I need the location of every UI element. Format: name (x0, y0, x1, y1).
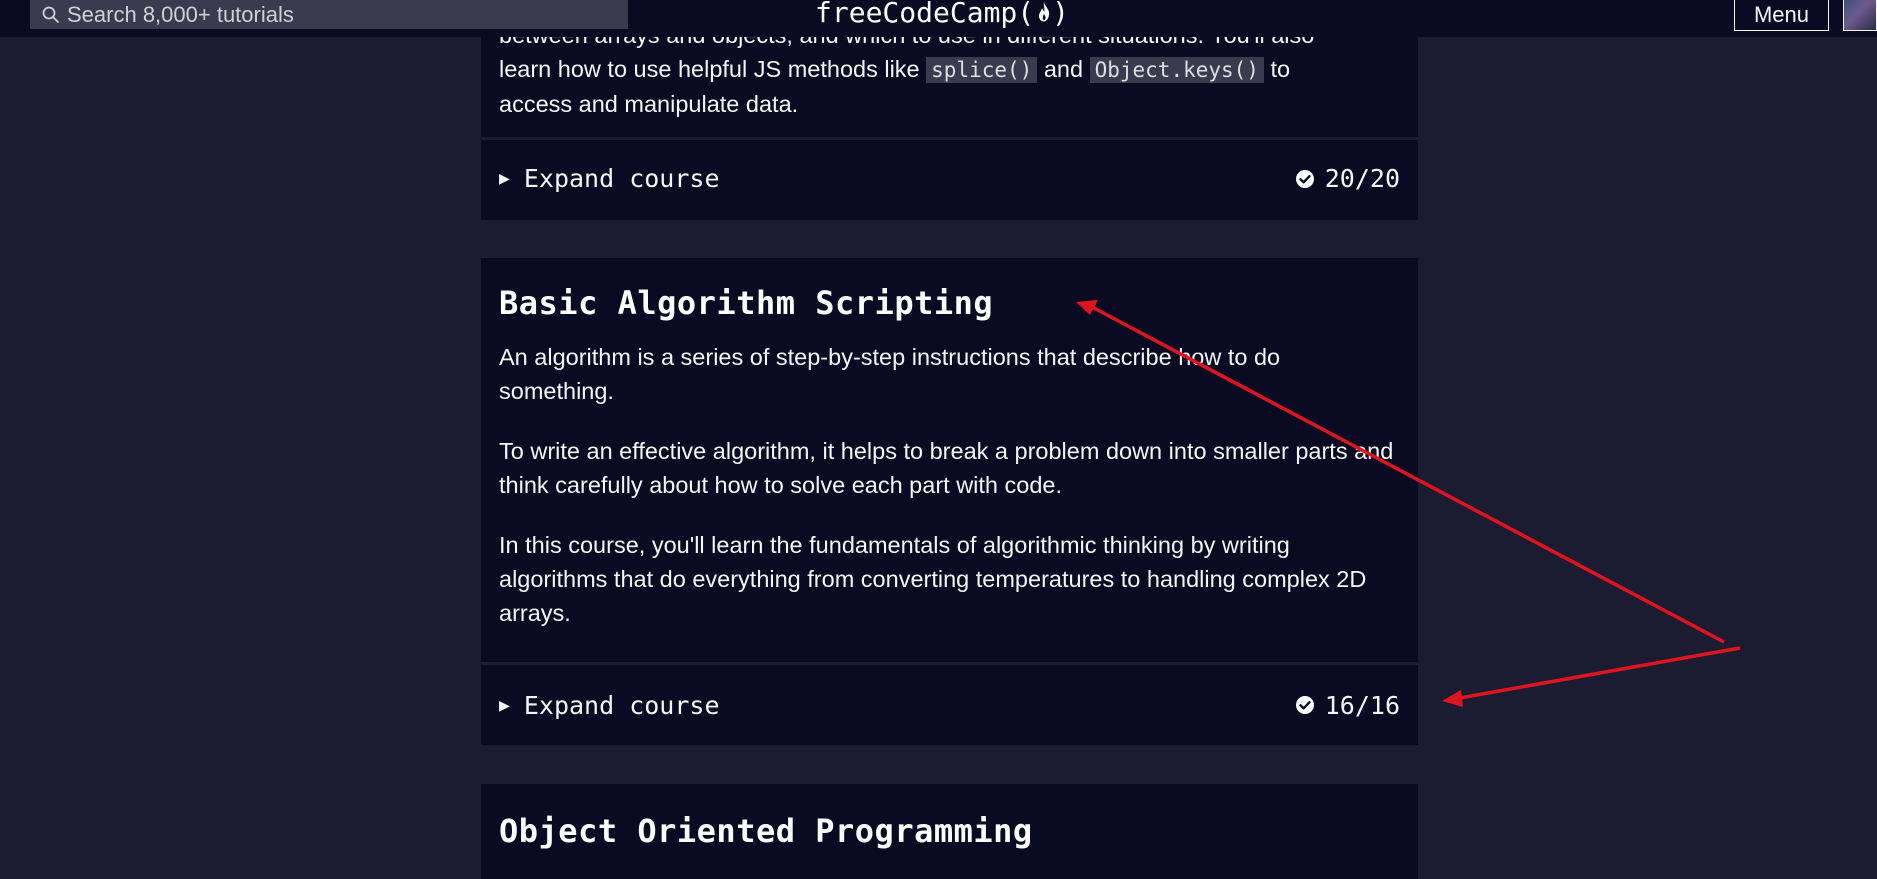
logo-text: freeCodeCamp( (815, 0, 1035, 29)
description-text: and (1043, 56, 1084, 82)
search-icon (42, 6, 59, 23)
search-bar[interactable] (30, 0, 628, 29)
expand-course-label: Expand course (523, 690, 720, 720)
expand-course-label: Expand course (523, 164, 720, 193)
top-navbar: freeCodeCamp( ) Menu (0, 0, 1877, 37)
avatar[interactable] (1843, 0, 1877, 31)
progress-count: 20/20 (1324, 164, 1400, 193)
check-circle-icon (1295, 169, 1314, 188)
logo-text-close: ) (1052, 0, 1070, 29)
code-splice: splice() (926, 57, 1038, 83)
description-text: access and manipulate data. (499, 91, 799, 117)
expand-course-button[interactable]: ▶ Expand course (499, 164, 720, 193)
annotation-arrow-to-progress (1442, 646, 1741, 707)
triangle-right-icon: ▶ (499, 694, 510, 716)
course-paragraph: To write an effective algorithm, it help… (499, 438, 1394, 498)
course-title[interactable]: Object Oriented Programming (499, 812, 1400, 850)
course-progress: 20/20 (1295, 164, 1400, 193)
menu-button[interactable]: Menu (1734, 0, 1829, 31)
triangle-right-icon: ▶ (499, 168, 510, 189)
description-text: learn how to use helpful JS methods like (499, 56, 920, 82)
course-footer: ▶ Expand course 20/20 (481, 137, 1418, 217)
course-footer: ▶ Expand course 16/16 (481, 662, 1418, 745)
expand-course-button[interactable]: ▶ Expand course (499, 691, 720, 720)
course-paragraph: In this course, you'll learn the fundame… (499, 532, 1367, 626)
freecodecamp-logo[interactable]: freeCodeCamp( ) (815, 0, 1070, 29)
description-text: to (1270, 56, 1291, 82)
course-paragraph: An algorithm is a series of step-by-step… (499, 344, 1281, 404)
course-title[interactable]: Basic Algorithm Scripting (499, 284, 1400, 322)
course-progress: 16/16 (1295, 691, 1400, 720)
course-block-basic-algorithm-scripting: Basic Algorithm Scripting An algorithm i… (481, 258, 1418, 745)
flame-icon (1039, 2, 1050, 22)
search-input[interactable] (67, 0, 628, 29)
progress-count: 16/16 (1324, 690, 1400, 720)
check-circle-icon (1295, 696, 1314, 714)
code-object-keys: Object.keys() (1089, 57, 1264, 83)
course-block-object-oriented-programming: Object Oriented Programming (481, 784, 1418, 879)
